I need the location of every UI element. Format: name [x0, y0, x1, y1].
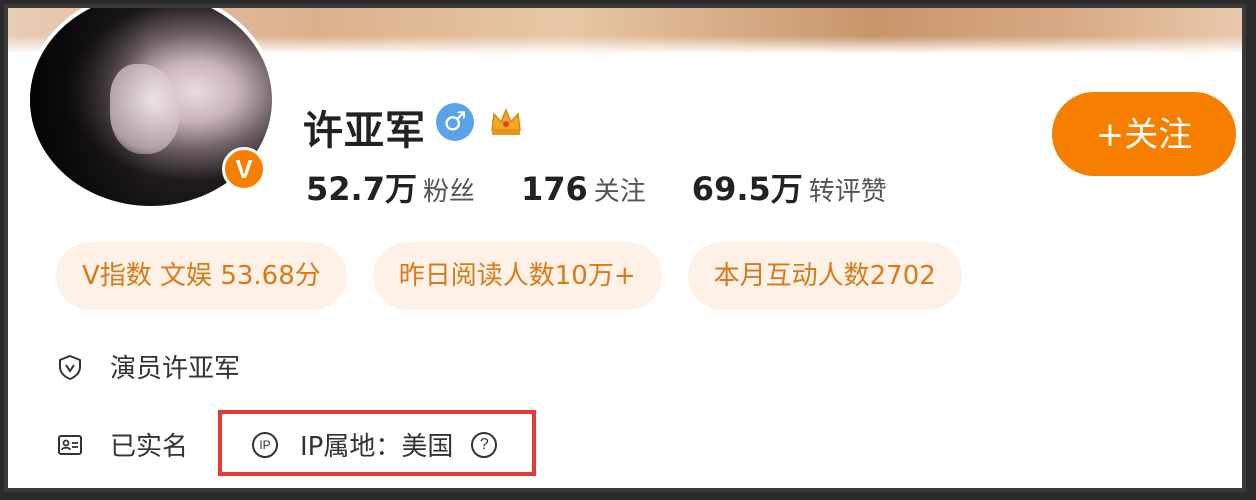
verified-v-icon: V [222, 147, 266, 191]
male-gender-icon: ♂ [436, 103, 474, 141]
ip-location-text: IP属地：美国 [300, 432, 454, 462]
occupation-row: 演员许亚军 [56, 348, 240, 385]
follow-button[interactable]: +关注 [1052, 92, 1236, 176]
pill-monthly-interactions[interactable]: 本月互动人数2702 [687, 242, 962, 310]
id-card-icon [56, 431, 84, 459]
realname-text: 已实名 [110, 432, 189, 462]
shield-icon [56, 353, 84, 381]
stat-interactions-label: 转评赞 [808, 177, 887, 207]
crown-icon[interactable] [486, 102, 526, 142]
help-icon[interactable]: ? [471, 431, 498, 458]
realname-row: 已实名 [56, 426, 188, 463]
stat-following-number: 176 [520, 170, 588, 208]
pill-daily-readers[interactable]: 昨日阅读人数10万+ [372, 242, 662, 310]
stat-fans-number: 52.7万 [306, 170, 417, 208]
metric-pills: V指数 文娱 53.68分 昨日阅读人数10万+ 本月互动人数2702 [56, 242, 962, 310]
avatar-container[interactable]: V [26, 8, 276, 216]
stat-fans-label: 粉丝 [422, 177, 475, 207]
ip-location: IP IP属地：美国 ? [252, 426, 498, 463]
stats-bar: 52.7万 粉丝 176 关注 69.5万 转评赞 [306, 164, 887, 210]
profile-name: 许亚军 [303, 108, 426, 154]
stat-following[interactable]: 176 关注 [521, 170, 646, 208]
profile-card: V 许亚军 ♂ 52.7万 粉丝 176 关注 69.5万 转评赞 +关注 V指数 文… [4, 4, 1246, 492]
pill-v-index[interactable]: V指数 文娱 53.68分 [56, 242, 347, 310]
stat-fans[interactable]: 52.7万 粉丝 [306, 164, 475, 210]
ip-icon: IP [252, 431, 278, 458]
stat-following-label: 关注 [593, 177, 646, 207]
stat-interactions[interactable]: 69.5万 转评赞 [692, 164, 887, 210]
stat-interactions-number: 69.5万 [691, 170, 803, 208]
avatar-face [110, 64, 180, 154]
occupation-text: 演员许亚军 [110, 354, 241, 384]
